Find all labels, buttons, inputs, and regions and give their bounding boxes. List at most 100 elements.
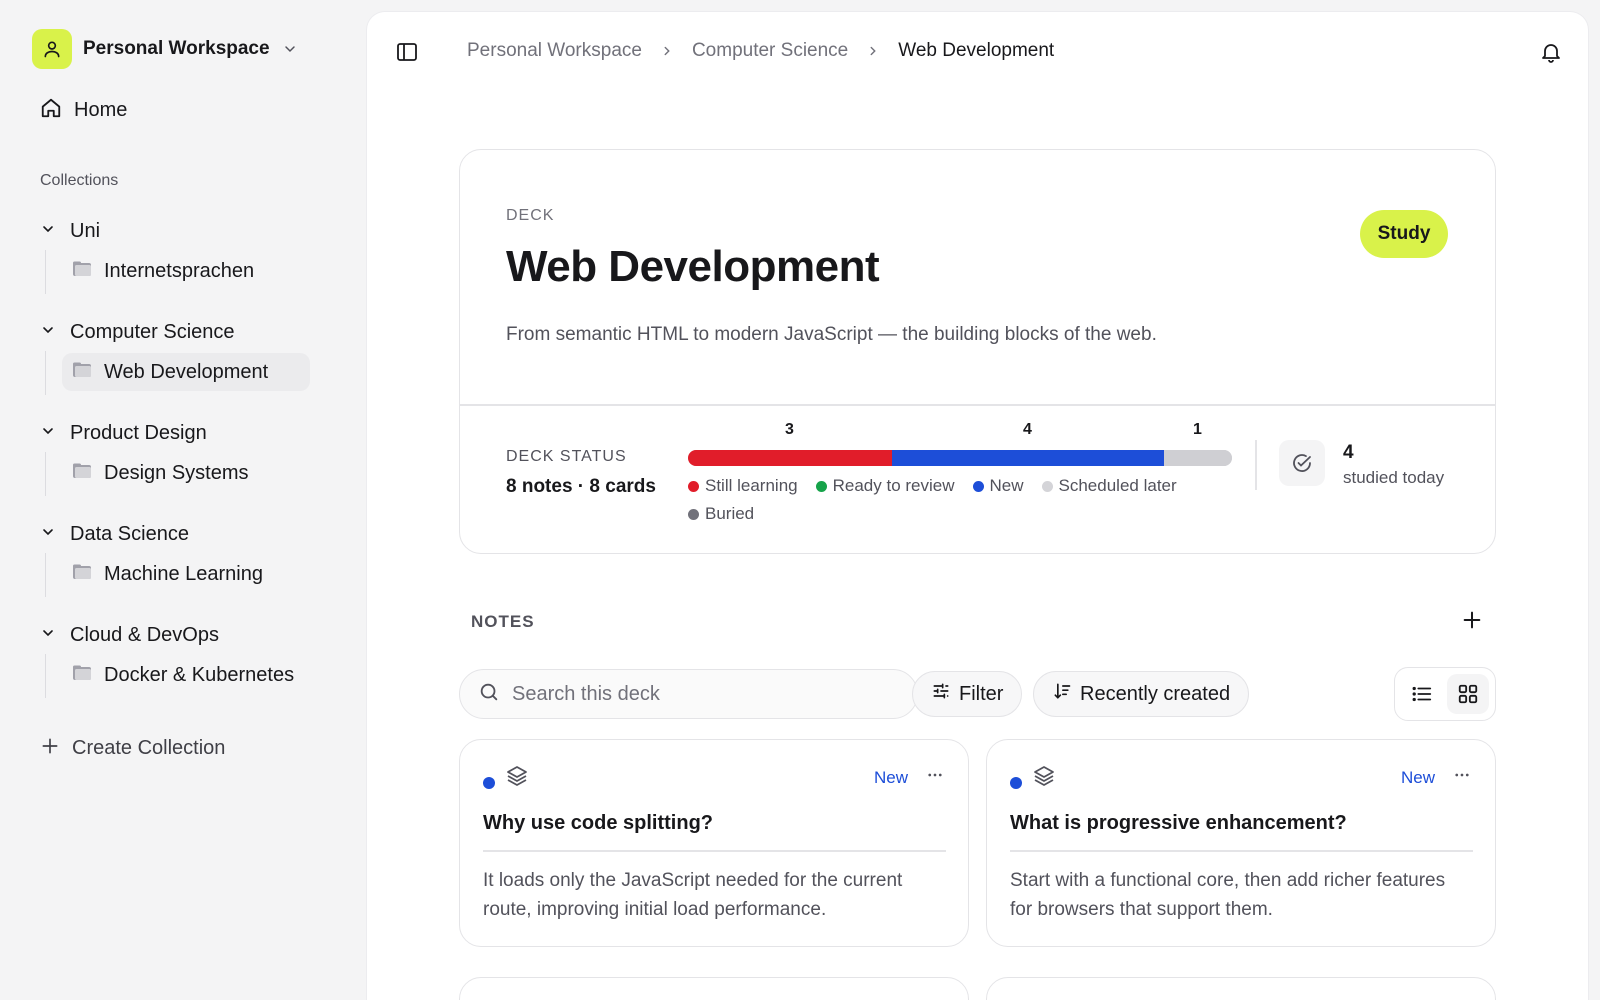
nav-home-label: Home: [74, 99, 128, 121]
workspace-switcher[interactable]: Personal Workspace: [32, 29, 298, 69]
collection-name: Computer Science: [70, 320, 235, 343]
deck-item[interactable]: Design Systems: [62, 454, 310, 492]
chevron-right-icon: [660, 44, 674, 58]
collection-product-design: Product Design Design Systems: [40, 418, 320, 496]
collection-data-science: Data Science Machine Learning: [40, 519, 320, 597]
collection-toggle[interactable]: Uni: [40, 216, 320, 246]
study-button[interactable]: Study: [1360, 210, 1448, 258]
collection-name: Product Design: [70, 421, 207, 444]
bell-icon[interactable]: [1539, 40, 1563, 69]
collection-cloud-devops: Cloud & DevOps Docker & Kubernetes: [40, 620, 320, 698]
breadcrumb: Personal Workspace Computer Science Web …: [467, 40, 1054, 62]
chevron-right-icon: [866, 44, 880, 58]
legend-label: Ready to review: [832, 476, 955, 495]
progress-segment-new: [892, 450, 1164, 466]
folder-icon: [72, 664, 92, 687]
sidebar: Personal Workspace Home Collections Uni …: [0, 0, 366, 1000]
note-answer: It loads only the JavaScript needed for …: [483, 870, 903, 920]
collection-uni: Uni Internetsprachen: [40, 216, 320, 294]
user-icon: [32, 29, 72, 69]
legend-item: Scheduled later: [1041, 476, 1177, 496]
divider: [1255, 440, 1257, 490]
chevron-down-icon: [40, 322, 56, 343]
deck-label: Internetsprachen: [104, 259, 255, 282]
add-note-icon[interactable]: [1461, 609, 1483, 636]
progress-count-still-learning: 3: [785, 421, 794, 438]
note-question: What is progressive enhancement?: [1010, 812, 1347, 834]
sort-icon: [1052, 681, 1072, 707]
legend-label: Still learning: [705, 476, 798, 495]
sort-button[interactable]: Recently created: [1033, 671, 1250, 717]
progress-segment-scheduled: [1164, 450, 1232, 466]
status-dot: [483, 777, 495, 789]
deck-item[interactable]: Docker & Kubernetes: [62, 656, 310, 694]
note-question: Why use code splitting?: [483, 812, 714, 834]
chevron-down-icon: [40, 524, 56, 545]
breadcrumb-workspace[interactable]: Personal Workspace: [467, 40, 642, 62]
folder-icon: [72, 260, 92, 283]
folder-icon: [72, 563, 92, 586]
chevron-down-icon: [40, 625, 56, 646]
sidebar-toggle-icon[interactable]: [395, 40, 419, 69]
deck-item[interactable]: Machine Learning: [62, 555, 310, 593]
deck-title: Web Development: [506, 242, 880, 291]
progress-count-scheduled: 1: [1193, 421, 1202, 438]
progress-legend: Still learning Ready to review New Sched…: [688, 476, 1208, 524]
collection-toggle[interactable]: Cloud & DevOps: [40, 620, 320, 650]
status-dot: [1010, 777, 1022, 789]
legend-label: Buried: [705, 504, 755, 523]
view-mode-toggle: [1394, 667, 1496, 721]
deck-card: DECK Web Development From semantic HTML …: [459, 149, 1496, 554]
note-card[interactable]: New What is progressive enhancement? Sta…: [986, 739, 1496, 947]
divider: [1010, 850, 1473, 852]
chevron-down-icon: [282, 41, 298, 57]
nav-home[interactable]: Home: [40, 97, 127, 124]
deck-progress-bar: [688, 450, 1232, 466]
filter-button[interactable]: Filter: [912, 671, 1023, 717]
deck-item-active[interactable]: Web Development: [62, 353, 310, 391]
studied-today-count: 4: [1343, 442, 1354, 463]
layers-icon: [1032, 764, 1056, 793]
legend-item: New: [972, 476, 1024, 496]
note-card[interactable]: [459, 977, 969, 1000]
create-collection-button[interactable]: Create Collection: [40, 736, 225, 761]
sort-label: Recently created: [1080, 682, 1231, 705]
chevron-down-icon: [40, 221, 56, 242]
more-icon[interactable]: [926, 766, 944, 789]
legend-item: Still learning: [688, 476, 798, 496]
note-answer: Start with a functional core, then add r…: [1010, 870, 1446, 920]
note-card[interactable]: [986, 977, 1496, 1000]
home-icon: [40, 97, 62, 124]
main-panel: Personal Workspace Computer Science Web …: [367, 12, 1588, 1000]
collection-computer-science: Computer Science Web Development: [40, 317, 320, 395]
collection-toggle[interactable]: Computer Science: [40, 317, 320, 347]
breadcrumb-current: Web Development: [898, 40, 1055, 61]
note-status: New: [1400, 768, 1435, 787]
deck-label: Web Development: [104, 360, 269, 383]
deck-counts: 8 notes · 8 cards: [506, 476, 656, 497]
deck-label: Docker & Kubernetes: [104, 663, 295, 686]
plus-icon: [40, 736, 60, 761]
notes-heading: NOTES: [471, 612, 535, 631]
more-icon[interactable]: [1453, 766, 1471, 789]
grid-view-icon[interactable]: [1447, 674, 1489, 714]
folder-icon: [72, 361, 92, 384]
note-card[interactable]: New Why use code splitting? It loads onl…: [459, 739, 969, 947]
collection-toggle[interactable]: Product Design: [40, 418, 320, 448]
breadcrumb-collection[interactable]: Computer Science: [692, 40, 848, 62]
create-collection-label: Create Collection: [72, 737, 226, 759]
collection-toggle[interactable]: Data Science: [40, 519, 320, 549]
deck-item[interactable]: Internetsprachen: [62, 252, 310, 290]
layers-icon: [505, 764, 529, 793]
workspace-name: Personal Workspace: [83, 38, 270, 59]
search-icon: [478, 681, 500, 708]
divider: [483, 850, 946, 852]
deck-description: From semantic HTML to modern JavaScript …: [506, 324, 1157, 345]
search-input[interactable]: [512, 682, 872, 706]
progress-count-new: 4: [1023, 421, 1032, 438]
collection-name: Data Science: [70, 522, 189, 545]
deck-label: Design Systems: [104, 461, 249, 484]
list-view-icon[interactable]: [1401, 674, 1443, 714]
deck-kicker: DECK: [506, 207, 555, 224]
check-circle-icon: [1279, 440, 1325, 486]
